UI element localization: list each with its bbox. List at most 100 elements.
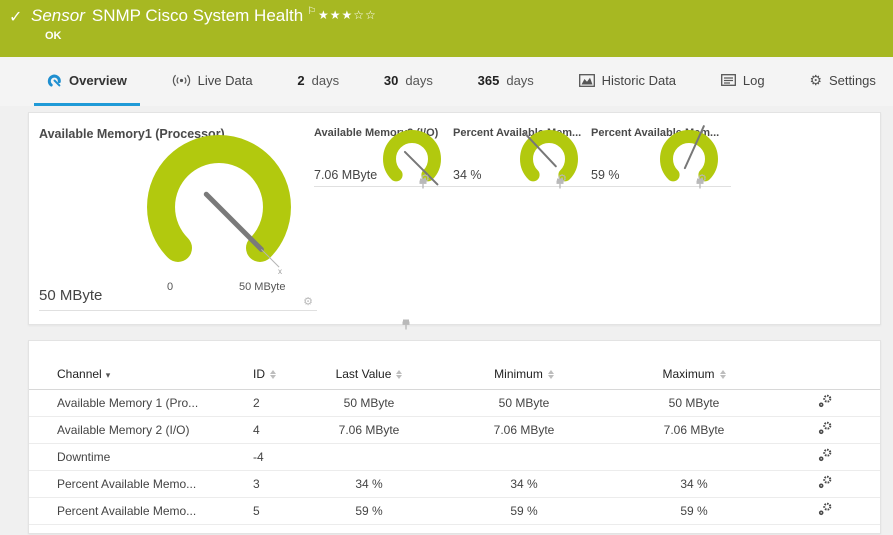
tab-label: Log bbox=[743, 73, 765, 88]
column-header-settings bbox=[769, 359, 880, 389]
channel-settings-icon[interactable] bbox=[818, 394, 832, 411]
channel-last-value: 7.06 MByte bbox=[309, 416, 429, 443]
gauge-value: 34 % bbox=[453, 168, 482, 182]
channel-id: 5 bbox=[253, 497, 309, 524]
small-gauge-block-2[interactable]: Percent Available Mem... 34 % ⚙ bbox=[453, 125, 591, 187]
table-header-row: Channel▾ ID Last Value Minimum Maximum bbox=[29, 359, 880, 389]
sort-icon bbox=[396, 370, 402, 379]
gauge-pin-icon[interactable] bbox=[418, 178, 428, 189]
channel-name[interactable]: Downtime bbox=[29, 443, 253, 470]
sort-icon bbox=[720, 370, 726, 379]
sensor-header: ✓ SensorSNMP Cisco System Health⚐ ★★★☆☆ … bbox=[0, 0, 893, 57]
table-row[interactable]: Downtime -4 bbox=[29, 443, 880, 470]
priority-stars[interactable]: ★★★☆☆ bbox=[318, 8, 377, 22]
tab-overview[interactable]: Overview bbox=[34, 57, 140, 106]
channel-maximum bbox=[619, 443, 769, 470]
column-header-last-value[interactable]: Last Value bbox=[309, 359, 429, 389]
chart-icon bbox=[579, 74, 595, 87]
small-gauge bbox=[649, 129, 729, 199]
table-row[interactable]: Available Memory 2 (I/O) 4 7.06 MByte 7.… bbox=[29, 416, 880, 443]
gauge-value: 59 % bbox=[591, 168, 620, 182]
status-badge: OK bbox=[45, 30, 62, 42]
tab-live-data[interactable]: Live Data bbox=[159, 57, 266, 106]
channel-id: 3 bbox=[253, 470, 309, 497]
gauge-pin-marker: x bbox=[278, 267, 282, 276]
channel-minimum bbox=[429, 443, 619, 470]
gauge-scale-max: 50 MByte bbox=[239, 281, 285, 293]
small-gauge bbox=[509, 129, 589, 199]
column-header-channel[interactable]: Channel▾ bbox=[29, 359, 253, 389]
channel-maximum: 7.06 MByte bbox=[619, 416, 769, 443]
tab-label: days bbox=[312, 73, 339, 88]
channel-last-value: 50 MByte bbox=[309, 389, 429, 416]
status-ok-check-icon: ✓ bbox=[9, 7, 22, 27]
tab-label: days bbox=[405, 73, 432, 88]
channel-maximum: 50 MByte bbox=[619, 389, 769, 416]
channel-minimum: 59 % bbox=[429, 497, 619, 524]
gauge-pin-icon[interactable] bbox=[555, 178, 565, 189]
channel-minimum: 50 MByte bbox=[429, 389, 619, 416]
channel-maximum: 59 % bbox=[619, 497, 769, 524]
tab-log[interactable]: Log bbox=[708, 57, 778, 106]
channel-settings-icon[interactable] bbox=[818, 421, 832, 438]
tab-label: Settings bbox=[829, 73, 876, 88]
sort-icon bbox=[548, 370, 554, 379]
channels-panel: Channel▾ ID Last Value Minimum Maximum A… bbox=[28, 340, 881, 534]
channel-id: 4 bbox=[253, 416, 309, 443]
tab-number: 365 bbox=[478, 73, 500, 88]
tab-label: Live Data bbox=[198, 73, 253, 88]
gear-icon: ⚙ bbox=[809, 73, 822, 87]
channel-name[interactable]: Available Memory 1 (Pro... bbox=[29, 389, 253, 416]
gauge-gear-icon[interactable]: ⚙ bbox=[303, 297, 313, 308]
small-gauge-block-1[interactable]: Available Memory2 (I/O) 7.06 MByte ⚙ bbox=[314, 125, 454, 187]
channel-name[interactable]: Percent Available Memo... bbox=[29, 470, 253, 497]
tab-30-days[interactable]: 30 days bbox=[371, 57, 446, 106]
tab-365-days[interactable]: 365 days bbox=[465, 57, 547, 106]
table-row[interactable]: Available Memory 1 (Pro... 2 50 MByte 50… bbox=[29, 389, 880, 416]
column-header-id[interactable]: ID bbox=[253, 359, 309, 389]
tab-historic-data[interactable]: Historic Data bbox=[566, 57, 689, 106]
channel-settings-icon[interactable] bbox=[818, 475, 832, 492]
channel-settings-icon[interactable] bbox=[818, 448, 832, 465]
sort-desc-icon: ▾ bbox=[106, 370, 111, 380]
tab-label: Overview bbox=[69, 73, 127, 88]
channel-last-value bbox=[309, 443, 429, 470]
channel-maximum: 34 % bbox=[619, 470, 769, 497]
sort-icon bbox=[270, 370, 276, 379]
sensor-title-line: Sensor SNMP Cisco System Health ⚐ bbox=[31, 6, 316, 26]
channel-last-value: 34 % bbox=[309, 470, 429, 497]
flag-icon[interactable]: ⚐ bbox=[307, 6, 316, 17]
small-gauge-block-3[interactable]: Percent Available Mem... 59 % ⚙ bbox=[591, 125, 731, 187]
primary-gauge-block[interactable]: Available Memory1 (Processor) x 0 50 MBy… bbox=[39, 113, 317, 311]
tab-settings[interactable]: ⚙ Settings bbox=[796, 57, 889, 106]
table-row[interactable]: Percent Available Memo... 3 34 % 34 % 34… bbox=[29, 470, 880, 497]
gauge-icon bbox=[47, 73, 62, 88]
channel-minimum: 34 % bbox=[429, 470, 619, 497]
small-gauge bbox=[372, 129, 452, 199]
tab-2-days[interactable]: 2 days bbox=[284, 57, 352, 106]
column-header-minimum[interactable]: Minimum bbox=[429, 359, 619, 389]
tab-number: 2 bbox=[297, 73, 304, 88]
page-title: SNMP Cisco System Health bbox=[92, 6, 303, 25]
channel-id: 2 bbox=[253, 389, 309, 416]
channel-settings-icon[interactable] bbox=[818, 502, 832, 519]
channel-minimum: 7.06 MByte bbox=[429, 416, 619, 443]
channel-last-value: 59 % bbox=[309, 497, 429, 524]
gauge-pin-icon[interactable] bbox=[695, 178, 705, 189]
tab-label: Historic Data bbox=[602, 73, 676, 88]
channel-name[interactable]: Percent Available Memo... bbox=[29, 497, 253, 524]
table-row[interactable]: Percent Available Memo... 5 59 % 59 % 59… bbox=[29, 497, 880, 524]
sensor-kind-label: Sensor bbox=[31, 6, 85, 25]
log-icon bbox=[721, 74, 736, 86]
channel-name[interactable]: Available Memory 2 (I/O) bbox=[29, 416, 253, 443]
tab-number: 30 bbox=[384, 73, 398, 88]
tab-label: days bbox=[506, 73, 533, 88]
gauges-panel: Available Memory1 (Processor) x 0 50 MBy… bbox=[28, 112, 881, 325]
column-header-maximum[interactable]: Maximum bbox=[619, 359, 769, 389]
gauge-scale-min: 0 bbox=[167, 281, 173, 293]
gauge-value: 7.06 MByte bbox=[314, 168, 377, 182]
channel-id: -4 bbox=[253, 443, 309, 470]
primary-gauge: x bbox=[137, 135, 301, 285]
gauge-pin-icon[interactable] bbox=[401, 319, 411, 330]
tab-bar: Overview Live Data 2 days 30 days 365 da… bbox=[0, 57, 893, 106]
